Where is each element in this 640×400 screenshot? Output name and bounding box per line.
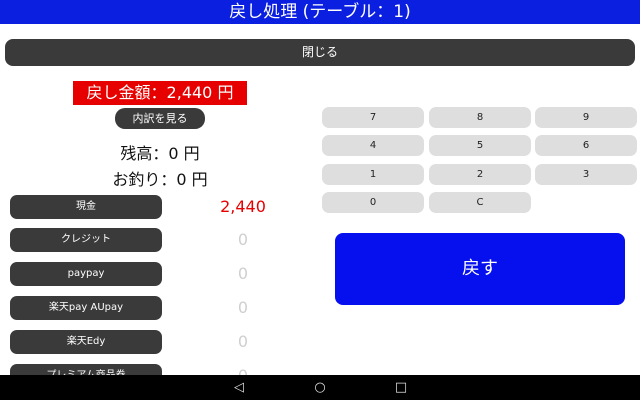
payment-row-cash: 現金 2,440 (10, 195, 270, 219)
payment-method-rakutenpay-button[interactable]: 楽天pay AUpay (10, 296, 162, 320)
key-4[interactable]: 4 (322, 135, 424, 156)
payment-method-credit-button[interactable]: クレジット (10, 228, 162, 252)
key-6[interactable]: 6 (535, 135, 637, 156)
payment-amount-edy: 0 (237, 332, 249, 351)
payment-row-credit: クレジット 0 (10, 228, 270, 252)
payment-row-rakutenpay: 楽天pay AUpay 0 (10, 296, 270, 320)
key-7[interactable]: 7 (322, 107, 424, 128)
payment-row-paypay: paypay 0 (10, 262, 270, 286)
key-1[interactable]: 1 (322, 164, 424, 185)
close-button[interactable]: 閉じる (5, 39, 635, 66)
payment-method-edy-button[interactable]: 楽天Edy (10, 330, 162, 354)
key-3[interactable]: 3 (535, 164, 637, 185)
title-bar: 戻し処理 (テーブル：1) (0, 0, 640, 24)
payment-method-cash-button[interactable]: 現金 (10, 195, 162, 219)
refund-amount: 戻し金額：2,440 円 (73, 81, 247, 105)
payment-amount-rakutenpay: 0 (237, 298, 249, 317)
key-9[interactable]: 9 (535, 107, 637, 128)
key-8[interactable]: 8 (429, 107, 531, 128)
refund-back-button[interactable]: 戻す (335, 233, 625, 305)
payment-amount-credit: 0 (237, 230, 249, 249)
key-clear[interactable]: C (429, 192, 531, 213)
change-text: お釣り：0 円 (112, 170, 208, 189)
view-breakdown-button[interactable]: 内訳を見る (115, 108, 205, 129)
payment-row-edy: 楽天Edy 0 (10, 330, 270, 354)
page-title: 戻し処理 (テーブル：1) (229, 2, 411, 22)
key-2[interactable]: 2 (429, 164, 531, 185)
key-5[interactable]: 5 (429, 135, 531, 156)
payment-method-paypay-button[interactable]: paypay (10, 262, 162, 286)
payment-amount-paypay: 0 (237, 264, 249, 283)
home-circle-icon[interactable]: ○ (308, 375, 332, 400)
balance-text: 残高：0 円 (120, 144, 200, 163)
key-0[interactable]: 0 (322, 192, 424, 213)
payment-amount-cash: 2,440 (220, 197, 266, 216)
system-nav-bar: ◁ ○ □ (0, 375, 640, 400)
back-triangle-icon[interactable]: ◁ (227, 375, 251, 400)
recents-square-icon[interactable]: □ (389, 375, 413, 400)
